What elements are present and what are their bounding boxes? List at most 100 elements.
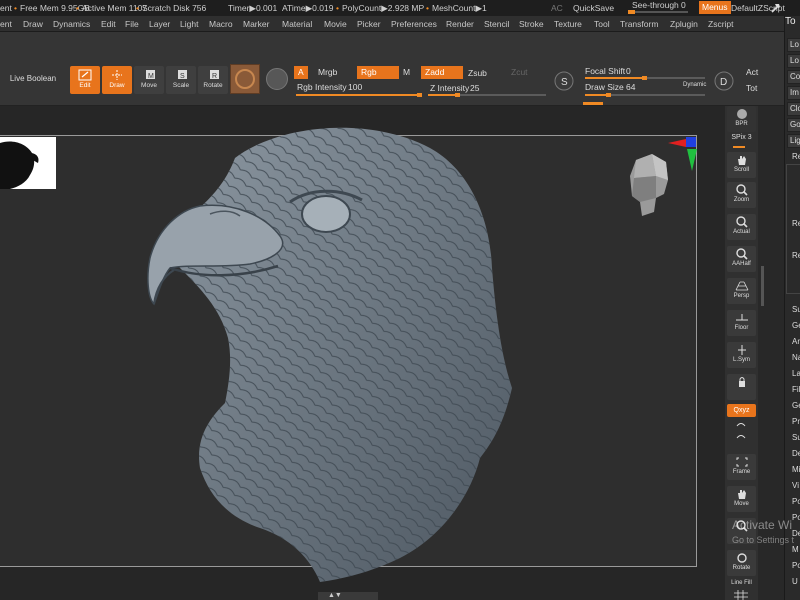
menu-preferences[interactable]: Preferences bbox=[391, 16, 437, 31]
move-button[interactable]: M Move bbox=[134, 66, 164, 94]
palette-item[interactable]: Su bbox=[792, 305, 800, 314]
menu-dynamics[interactable]: Dynamics bbox=[53, 16, 90, 31]
edit-button[interactable]: Edit bbox=[70, 66, 100, 94]
menus-button[interactable]: Menus bbox=[699, 1, 731, 14]
palette-item[interactable]: La bbox=[792, 369, 800, 378]
qxyz-button[interactable]: Qxyz bbox=[727, 404, 756, 417]
menu-zscript[interactable]: Zscript bbox=[708, 16, 734, 31]
gizmo-icon[interactable] bbox=[266, 68, 288, 90]
bottom-tray-handle[interactable] bbox=[318, 592, 378, 600]
palette-item[interactable]: M bbox=[792, 545, 799, 554]
rotate-arrows-icon[interactable] bbox=[734, 420, 748, 444]
menu-picker[interactable]: Picker bbox=[357, 16, 381, 31]
menu-bar: ent Draw Dynamics Edit File Layer Light … bbox=[0, 16, 784, 32]
palette-item[interactable]: Fil bbox=[792, 385, 800, 394]
eagle-sculpt-model[interactable] bbox=[140, 118, 520, 583]
rotate-view-button[interactable]: Rotate bbox=[727, 550, 756, 576]
spix-control[interactable]: SPix 3 bbox=[727, 134, 756, 146]
scale-button[interactable]: S Scale bbox=[166, 66, 196, 94]
palette-item[interactable]: Po bbox=[792, 561, 800, 570]
m-toggle[interactable]: M bbox=[399, 66, 414, 79]
palette-item[interactable]: Vi bbox=[792, 481, 799, 490]
menu-edit[interactable]: Edit bbox=[101, 16, 116, 31]
lsym-button[interactable]: L.Sym bbox=[727, 342, 756, 368]
palette-import-button[interactable]: Im bbox=[787, 86, 800, 100]
scroll-button[interactable]: Scroll bbox=[727, 152, 756, 178]
menu-draw[interactable]: Draw bbox=[23, 16, 43, 31]
palette-load-button[interactable]: Lo bbox=[787, 54, 800, 68]
menu-file[interactable]: File bbox=[125, 16, 139, 31]
menu-marker[interactable]: Marker bbox=[243, 16, 269, 31]
spix-slider[interactable] bbox=[733, 146, 745, 148]
see-through-slider[interactable] bbox=[628, 10, 688, 14]
focal-shift-slider[interactable] bbox=[585, 76, 705, 80]
menu-stencil[interactable]: Stencil bbox=[484, 16, 510, 31]
palette-item[interactable]: U bbox=[792, 577, 798, 586]
menu-stroke[interactable]: Stroke bbox=[519, 16, 544, 31]
palette-item[interactable]: Ge bbox=[792, 401, 800, 410]
menu-light[interactable]: Light bbox=[180, 16, 198, 31]
draw-button[interactable]: Draw bbox=[102, 66, 132, 94]
head-navigation-icon[interactable] bbox=[626, 150, 670, 220]
live-boolean-button[interactable]: Live Boolean bbox=[2, 70, 64, 88]
palette-item[interactable]: Ge bbox=[792, 321, 800, 330]
line-fill-button[interactable]: Line Fill bbox=[725, 580, 758, 586]
palette-item[interactable]: Pr bbox=[792, 417, 800, 426]
zadd-toggle[interactable]: Zadd bbox=[421, 66, 463, 79]
menu-item[interactable]: ent bbox=[0, 16, 12, 31]
palette-copy-button[interactable]: Co bbox=[787, 70, 800, 84]
zcut-toggle[interactable]: Zcut bbox=[507, 66, 532, 79]
palette-thumbnail-area bbox=[786, 164, 800, 294]
rotate-button[interactable]: R Rotate bbox=[198, 66, 228, 94]
palette-item[interactable]: Ar bbox=[792, 337, 800, 346]
palette-item[interactable]: Po bbox=[792, 497, 800, 506]
tray-arrow-icon[interactable]: ▲▼ bbox=[328, 592, 342, 599]
menu-tool[interactable]: Tool bbox=[594, 16, 610, 31]
menu-texture[interactable]: Texture bbox=[554, 16, 582, 31]
palette-item[interactable]: Na bbox=[792, 353, 800, 362]
palette-item[interactable]: Su bbox=[792, 433, 800, 442]
draw-size-slider[interactable] bbox=[585, 93, 705, 97]
actual-button[interactable]: Actual bbox=[727, 214, 756, 240]
aahalf-button[interactable]: AAHalf bbox=[727, 246, 756, 272]
svg-text:S: S bbox=[180, 73, 185, 80]
palette-goz-button[interactable]: Go bbox=[787, 118, 800, 132]
palette-clone-button[interactable]: Clo bbox=[787, 102, 800, 116]
frame-button[interactable]: Frame bbox=[727, 454, 756, 480]
z-intensity-slider[interactable] bbox=[428, 93, 546, 97]
brush-sphere-icon[interactable] bbox=[230, 64, 260, 94]
rgb-toggle[interactable]: Rgb bbox=[357, 66, 399, 79]
palette-lightbox-button[interactable]: Lig bbox=[787, 134, 800, 148]
menu-render[interactable]: Render bbox=[446, 16, 474, 31]
a-toggle[interactable]: A bbox=[294, 66, 308, 79]
menu-material[interactable]: Material bbox=[282, 16, 312, 31]
zsub-toggle[interactable]: Zsub bbox=[464, 67, 491, 80]
menu-transform[interactable]: Transform bbox=[620, 16, 658, 31]
dynamic-toggle[interactable]: Dynamic bbox=[683, 82, 706, 88]
zoom-button[interactable]: Zoom bbox=[727, 182, 756, 208]
rgb-intensity-slider[interactable] bbox=[296, 93, 422, 97]
menu-movie[interactable]: Movie bbox=[324, 16, 347, 31]
bpr-button[interactable]: BPR bbox=[727, 106, 756, 132]
menu-zplugin[interactable]: Zplugin bbox=[670, 16, 698, 31]
symmetry-icon bbox=[737, 345, 746, 355]
persp-button[interactable]: Persp bbox=[727, 278, 756, 304]
floor-button[interactable]: Floor bbox=[727, 310, 756, 336]
palette-item[interactable]: Mi bbox=[792, 465, 800, 474]
palette-item[interactable]: Po bbox=[792, 513, 800, 522]
menu-layer[interactable]: Layer bbox=[149, 16, 170, 31]
palette-load-tool-button[interactable]: Lo bbox=[787, 38, 800, 52]
palette-sub-item[interactable]: Re bbox=[792, 152, 800, 161]
svg-text:R: R bbox=[212, 73, 217, 80]
menu-macro[interactable]: Macro bbox=[209, 16, 233, 31]
tool-palette-title[interactable]: To bbox=[785, 16, 796, 27]
top-toolbar: Live Boolean Edit Draw M Move S Scale R … bbox=[0, 32, 784, 106]
ac-label[interactable]: AC bbox=[551, 0, 563, 16]
mrgb-toggle[interactable]: Mrgb bbox=[314, 66, 341, 79]
scroll-thumb[interactable] bbox=[761, 266, 764, 306]
quicksave-button[interactable]: QuickSave bbox=[573, 0, 614, 16]
move-view-button[interactable]: Move bbox=[727, 486, 756, 512]
palette-item[interactable]: De bbox=[792, 449, 800, 458]
transpose-button[interactable] bbox=[727, 374, 756, 400]
bpr-sphere-icon bbox=[736, 109, 747, 119]
